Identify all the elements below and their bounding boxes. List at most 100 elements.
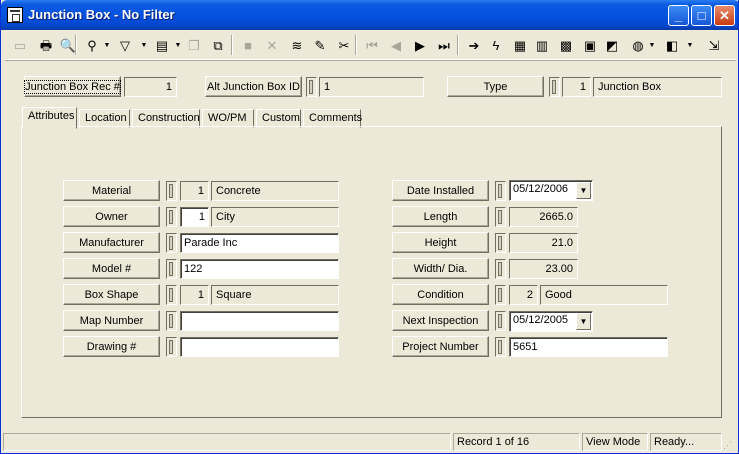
drawing-button[interactable]: Drawing # bbox=[63, 336, 160, 357]
dropdown-arrow-icon[interactable]: ▼ bbox=[686, 34, 694, 56]
type-bar[interactable] bbox=[549, 77, 560, 97]
exit-icon[interactable]: ⇲ bbox=[703, 34, 725, 56]
last-record-icon[interactable]: ⏭ bbox=[433, 34, 455, 56]
alt-id-bar[interactable] bbox=[306, 77, 317, 97]
type-label: Type bbox=[483, 80, 508, 93]
duplicate-icon[interactable]: ⧉ bbox=[207, 34, 229, 56]
report-icon[interactable]: ▤ bbox=[151, 34, 173, 56]
width-button[interactable]: Width/ Dia. bbox=[392, 258, 489, 279]
status-bar: Record 1 of 16 View Mode Ready... ⋰ bbox=[3, 433, 736, 452]
map-number-button[interactable]: Map Number bbox=[63, 310, 160, 331]
go-to-arrow-icon[interactable]: ➔ bbox=[463, 34, 485, 56]
material-bar[interactable] bbox=[166, 181, 177, 201]
length-button[interactable]: Length bbox=[392, 206, 489, 227]
cut-icon[interactable]: ✂ bbox=[333, 34, 355, 56]
edit-pencil-icon[interactable]: ✎ bbox=[309, 34, 331, 56]
close-button[interactable]: ✕ bbox=[714, 5, 735, 26]
next-record-icon[interactable]: ▶ bbox=[409, 34, 431, 56]
map-number-input[interactable] bbox=[180, 311, 339, 331]
layers-icon[interactable]: ≋ bbox=[286, 34, 308, 56]
next-inspection-button[interactable]: Next Inspection bbox=[392, 310, 489, 331]
owner-label: Owner bbox=[95, 210, 128, 223]
width-label: Width/ Dia. bbox=[413, 262, 468, 275]
height-bar[interactable] bbox=[495, 233, 506, 253]
chevron-down-icon[interactable]: ▼ bbox=[576, 313, 591, 330]
chevron-down-icon[interactable]: ▼ bbox=[576, 182, 591, 199]
dropdown-arrow-icon[interactable]: ▼ bbox=[140, 34, 148, 56]
status-record-count: Record 1 of 16 bbox=[453, 433, 580, 451]
book-icon[interactable]: ◧ bbox=[661, 34, 683, 56]
globe-icon[interactable]: ◍ bbox=[627, 34, 649, 56]
manufacturer-input[interactable]: Parade Inc bbox=[180, 233, 339, 253]
alt-id-label: Alt Junction Box ID bbox=[207, 80, 300, 93]
first-record-icon[interactable]: ⏮ bbox=[361, 34, 383, 56]
width-bar[interactable] bbox=[495, 259, 506, 279]
window-app-icon[interactable] bbox=[7, 7, 23, 23]
project-number-input[interactable]: 5651 bbox=[509, 337, 668, 357]
drawing-input[interactable] bbox=[180, 337, 339, 357]
dropdown-arrow-icon[interactable]: ▼ bbox=[174, 34, 182, 56]
print-icon[interactable]: 🖶 bbox=[35, 34, 57, 56]
model-bar[interactable] bbox=[166, 259, 177, 279]
condition-bar[interactable] bbox=[495, 285, 506, 305]
manufacturer-bar[interactable] bbox=[166, 233, 177, 253]
new-record-icon[interactable]: ▭ bbox=[9, 34, 31, 56]
tab-attributes[interactable]: Attributes bbox=[22, 107, 77, 129]
type-button[interactable]: Type bbox=[447, 76, 544, 97]
drawing-bar[interactable] bbox=[166, 337, 177, 357]
lightning-icon[interactable]: ϟ bbox=[485, 34, 507, 56]
title-bar[interactable]: Junction Box - No Filter _ □ ✕ bbox=[1, 0, 738, 30]
owner-bar[interactable] bbox=[166, 207, 177, 227]
alt-id-button[interactable]: Alt Junction Box ID bbox=[205, 76, 302, 97]
resize-grip-icon[interactable]: ⋰ bbox=[723, 439, 735, 451]
hierarchy-icon[interactable]: ▦ bbox=[509, 34, 531, 56]
height-button[interactable]: Height bbox=[392, 232, 489, 253]
calculator-icon[interactable]: ▣ bbox=[579, 34, 601, 56]
box-shape-bar[interactable] bbox=[166, 285, 177, 305]
condition-code-field: 2 bbox=[509, 285, 538, 305]
delete-icon[interactable]: ✕ bbox=[261, 34, 283, 56]
type-code-field: 1 bbox=[562, 77, 591, 97]
alt-id-field[interactable]: 1 bbox=[319, 77, 424, 97]
material-code-field: 1 bbox=[180, 181, 209, 201]
next-inspection-picker[interactable]: 05/12/2005 ▼ bbox=[509, 311, 593, 332]
material-button[interactable]: Material bbox=[63, 180, 160, 201]
date-installed-button[interactable]: Date Installed bbox=[392, 180, 489, 201]
toolbar: ▭ 🖶 🔍 ⚲ ▼ ▽ ▼ ▤ ▼ ❐ ⧉ ■ ✕ ≋ ✎ ✂ ⏮ ◀ ▶ ⏭ ➔ ϟ ▦ ▥ ▩ ▣ ◩ ◍ ▼ ◧ ▼ ⇲ bbox=[5, 31, 736, 60]
toolbar-separator bbox=[355, 35, 357, 55]
previous-record-icon[interactable]: ◀ bbox=[385, 34, 407, 56]
binoculars-icon[interactable]: ⚲ bbox=[81, 34, 103, 56]
condition-button[interactable]: Condition bbox=[392, 284, 489, 305]
maximize-button[interactable]: □ bbox=[691, 5, 712, 26]
model-button[interactable]: Model # bbox=[63, 258, 160, 279]
minimize-button[interactable]: _ bbox=[668, 5, 689, 26]
filter-icon[interactable]: ▽ bbox=[114, 34, 136, 56]
rec-number-button[interactable]: Junction Box Rec # bbox=[24, 76, 121, 97]
material-label: Material bbox=[91, 184, 132, 197]
condition-label: Condition bbox=[417, 288, 464, 301]
dropdown-arrow-icon[interactable]: ▼ bbox=[648, 34, 656, 56]
height-label: Height bbox=[424, 236, 457, 249]
length-bar[interactable] bbox=[495, 207, 506, 227]
save-icon[interactable]: ■ bbox=[237, 34, 259, 56]
copy-record-icon[interactable]: ❐ bbox=[183, 34, 205, 56]
length-field: 2665.0 bbox=[509, 207, 578, 227]
map-icon[interactable]: ▩ bbox=[555, 34, 577, 56]
status-ready: Ready... bbox=[650, 433, 722, 451]
project-number-bar[interactable] bbox=[495, 337, 506, 357]
owner-button[interactable]: Owner bbox=[63, 206, 160, 227]
next-inspection-bar[interactable] bbox=[495, 311, 506, 331]
project-number-button[interactable]: Project Number bbox=[392, 336, 489, 357]
model-input[interactable]: 122 bbox=[180, 259, 339, 279]
box-shape-button[interactable]: Box Shape bbox=[63, 284, 160, 305]
gis-icon[interactable]: ◩ bbox=[601, 34, 623, 56]
tree-icon[interactable]: ▥ bbox=[531, 34, 553, 56]
map-number-bar[interactable] bbox=[166, 311, 177, 331]
toolbar-separator bbox=[457, 35, 459, 55]
owner-code-input[interactable]: 1 bbox=[180, 207, 209, 227]
date-installed-picker[interactable]: 05/12/2006 ▼ bbox=[509, 180, 593, 201]
print-preview-icon[interactable]: 🔍 bbox=[57, 34, 79, 56]
dropdown-arrow-icon[interactable]: ▼ bbox=[103, 34, 111, 56]
manufacturer-button[interactable]: Manufacturer bbox=[63, 232, 160, 253]
date-installed-bar[interactable] bbox=[495, 181, 506, 201]
